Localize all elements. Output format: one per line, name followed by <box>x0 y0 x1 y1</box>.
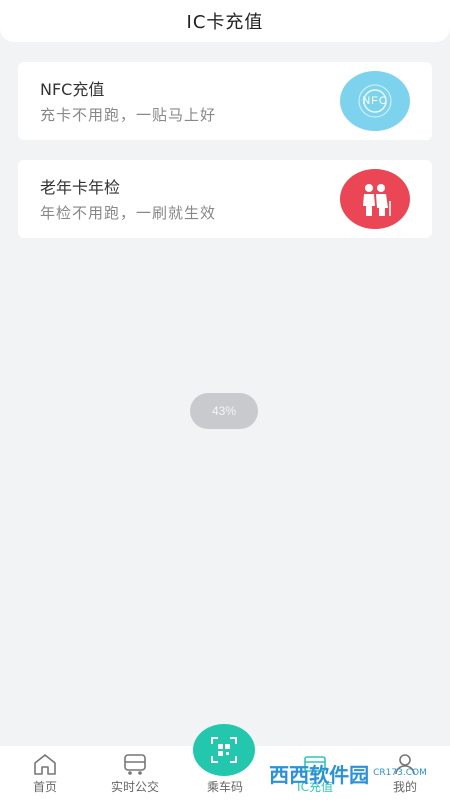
watermark-subtext: CR173.COM <box>373 768 427 778</box>
bus-icon <box>124 754 146 775</box>
tab-label: 首页 <box>32 780 57 794</box>
page-title: IC卡充值 <box>186 12 264 33</box>
site-watermark: 西西软件园 CR173.COM <box>256 752 440 794</box>
loading-progress-toast: 43% <box>190 393 258 429</box>
card-subtitle: 年检不用跑，一刷就生效 <box>40 204 217 222</box>
nfc-recharge-card[interactable]: NFC充值 充卡不用跑，一贴马上好 NFC <box>18 62 432 140</box>
elderly-card-inspection-card[interactable]: 老年卡年检 年检不用跑，一刷就生效 <box>18 160 432 238</box>
nfc-icon: NFC <box>340 71 410 131</box>
elderly-couple-icon <box>340 169 410 229</box>
tab-label: 实时公交 <box>110 780 159 794</box>
qr-code-icon <box>211 737 237 763</box>
tab-realtime-bus[interactable]: 实时公交 <box>90 746 180 800</box>
header-bar: IC卡充值 <box>0 0 450 42</box>
watermark-text: 西西软件园 <box>269 762 370 787</box>
ride-code-center-button[interactable] <box>193 724 255 776</box>
home-icon <box>34 754 56 775</box>
tab-home[interactable]: 首页 <box>0 746 90 800</box>
nfc-icon-label: NFC <box>362 95 388 107</box>
card-title: NFC充值 <box>40 80 105 99</box>
card-subtitle: 充卡不用跑，一贴马上好 <box>40 106 217 124</box>
loading-percent: 43% <box>211 404 237 418</box>
card-title: 老年卡年检 <box>40 178 121 197</box>
